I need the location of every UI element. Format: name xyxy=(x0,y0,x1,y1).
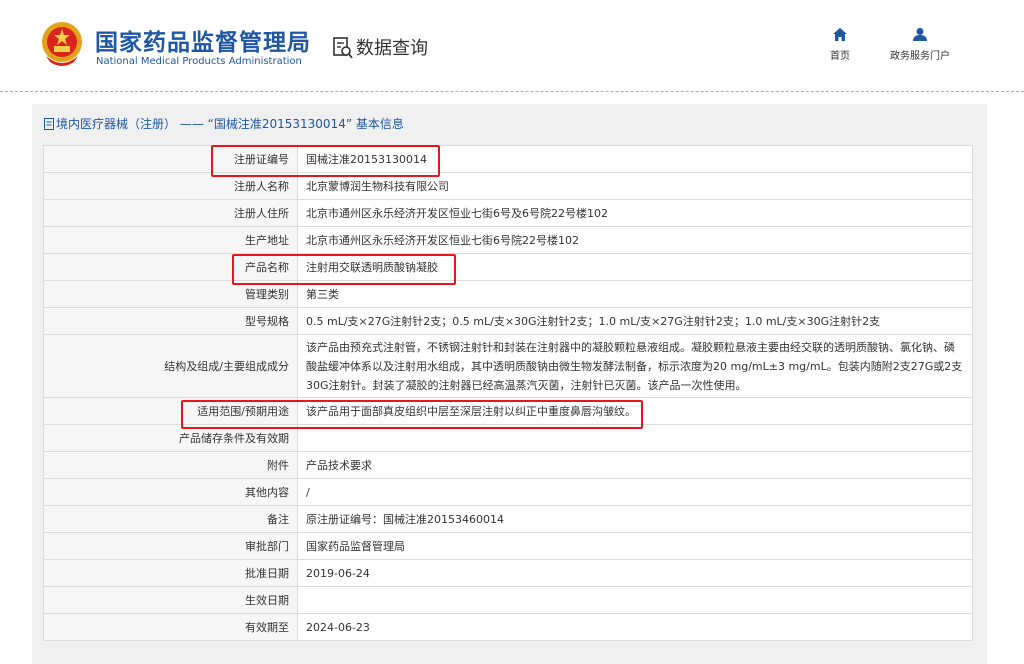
nav-service-portal[interactable]: 政务服务门户 xyxy=(884,28,956,62)
table-row: 附件 产品技术要求 xyxy=(43,451,973,479)
row-value: 2024-06-23 xyxy=(297,613,973,641)
row-label: 其他内容 xyxy=(43,478,298,506)
row-value: 2019-06-24 xyxy=(297,559,973,587)
row-value: 北京市通州区永乐经济开发区恒业七街6号院22号楼102 xyxy=(297,226,973,254)
row-value xyxy=(297,586,973,614)
row-value: 国家药品监督管理局 xyxy=(297,532,973,560)
data-query-title: 数据查询 xyxy=(356,38,428,59)
org-name-cn[interactable]: 国家药品监督管理局 xyxy=(95,23,311,57)
table-row: 产品名称 注射用交联透明质酸钠凝胶 xyxy=(43,253,973,281)
nav-home[interactable]: 首页 xyxy=(826,28,854,62)
highlight-box-product-name xyxy=(232,254,456,285)
table-row: 生效日期 xyxy=(43,586,973,614)
row-value: 原注册证编号：国械注准20153460014 xyxy=(297,505,973,533)
table-row: 生产地址 北京市通州区永乐经济开发区恒业七街6号院22号楼102 xyxy=(43,226,973,254)
home-icon xyxy=(833,28,847,41)
highlight-box-reg-number xyxy=(211,145,440,177)
site-header: 国家药品监督管理局 National Medical Products Admi… xyxy=(0,0,1024,92)
header-divider xyxy=(0,91,1024,92)
row-value: / xyxy=(297,478,973,506)
table-row: 有效期至 2024-06-23 xyxy=(43,613,973,641)
row-value: 产品技术要求 xyxy=(297,451,973,479)
row-value: 北京市通州区永乐经济开发区恒业七街6号及6号院22号楼102 xyxy=(297,199,973,227)
table-row: 注册人名称 北京蒙博润生物科技有限公司 xyxy=(43,172,973,200)
highlight-box-intended-use xyxy=(181,400,643,429)
panel-title-text: 境内医疗器械（注册） —— “国械注准20153130014” 基本信息 xyxy=(56,117,404,131)
user-icon xyxy=(913,28,927,41)
nav-service-portal-label: 政务服务门户 xyxy=(890,51,950,62)
panel-title: 境内医疗器械（注册） —— “国械注准20153130014” 基本信息 xyxy=(44,115,404,132)
row-label: 型号规格 xyxy=(43,307,298,335)
national-emblem-icon xyxy=(42,22,82,66)
document-icon xyxy=(44,118,54,130)
table-row: 结构及组成/主要组成成分 该产品由预充式注射管，不锈钢注射针和封装在注射器中的凝胶… xyxy=(43,334,973,398)
table-row: 审批部门 国家药品监督管理局 xyxy=(43,532,973,560)
row-label: 附件 xyxy=(43,451,298,479)
row-label: 生产地址 xyxy=(43,226,298,254)
table-row: 其他内容 / xyxy=(43,478,973,506)
table-row: 批准日期 2019-06-24 xyxy=(43,559,973,587)
table-row: 备注 原注册证编号：国械注准20153460014 xyxy=(43,505,973,533)
table-row: 注册证编号 国械注准20153130014 xyxy=(43,145,973,173)
nav-home-label: 首页 xyxy=(830,51,850,62)
row-value: 该产品由预充式注射管，不锈钢注射针和封装在注射器中的凝胶颗粒悬液组成。凝胶颗粒悬… xyxy=(297,334,973,398)
table-row: 型号规格 0.5 mL/支×27G注射针2支；0.5 mL/支×30G注射针2支；… xyxy=(43,307,973,335)
row-label: 审批部门 xyxy=(43,532,298,560)
org-name-en: National Medical Products Administration xyxy=(96,56,302,67)
device-info-table: 注册证编号 国械注准20153130014 注册人名称 北京蒙博润生物科技有限公司 注册… xyxy=(43,145,973,641)
table-row: 注册人住所 北京市通州区永乐经济开发区恒业七街6号及6号院22号楼102 xyxy=(43,199,973,227)
row-label: 注册人住所 xyxy=(43,199,298,227)
row-label: 备注 xyxy=(43,505,298,533)
data-query-icon xyxy=(333,37,353,59)
row-value: 0.5 mL/支×27G注射针2支；0.5 mL/支×30G注射针2支；1.0 … xyxy=(297,307,973,335)
row-label: 批准日期 xyxy=(43,559,298,587)
row-label: 生效日期 xyxy=(43,586,298,614)
table-row: 管理类别 第三类 xyxy=(43,280,973,308)
row-label: 结构及组成/主要组成成分 xyxy=(43,334,298,398)
info-panel: 境内医疗器械（注册） —— “国械注准20153130014” 基本信息 注册证… xyxy=(32,104,987,664)
row-label: 有效期至 xyxy=(43,613,298,641)
